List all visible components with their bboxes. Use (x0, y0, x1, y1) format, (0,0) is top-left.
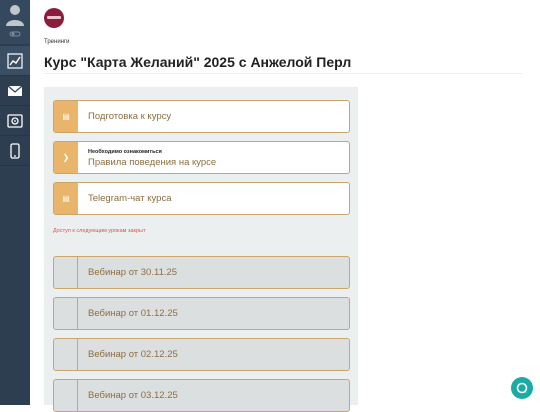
chevron-right-icon: ❯ (54, 142, 78, 173)
lesson-webinar-locked[interactable]: Вебинар от 02.12.25 (53, 338, 350, 371)
lesson-label: Подготовка к курсу (88, 111, 172, 122)
lesson-label: Вебинар от 30.11.25 (88, 267, 178, 278)
sidebar (0, 0, 30, 405)
main-content: Тренинги Курс "Карта Желаний" 2025 с Анж… (30, 0, 540, 412)
document-icon: ▤ (54, 101, 78, 132)
sidebar-item-safe[interactable] (0, 106, 30, 136)
lesson-label: Telegram-чат курса (88, 193, 172, 204)
lesson-label: Вебинар от 01.12.25 (88, 308, 178, 319)
lesson-label: Вебинар от 02.12.25 (88, 349, 178, 360)
lesson-telegram-chat[interactable]: ▤ Telegram-чат курса (53, 182, 350, 215)
lesson-webinar-locked[interactable]: Вебинар от 30.11.25 (53, 256, 350, 289)
lesson-preparation[interactable]: ▤ Подготовка к курсу (53, 100, 350, 133)
lesson-label: Правила поведения на курсе (88, 157, 217, 168)
lock-tab (54, 257, 78, 288)
document-icon: ▤ (54, 183, 78, 214)
sidebar-item-mobile[interactable] (0, 136, 30, 166)
lessons-panel: ▤ Подготовка к курсу ❯ Необходимо ознако… (44, 87, 358, 412)
toggle-icon[interactable] (9, 31, 21, 37)
user-panel[interactable] (0, 0, 30, 44)
chat-bubble-icon (516, 382, 528, 394)
safe-icon (7, 113, 23, 128)
chart-icon (7, 52, 23, 69)
mail-icon (7, 85, 23, 96)
title-divider (44, 73, 522, 74)
chat-button[interactable] (511, 377, 533, 399)
lesson-webinar-locked[interactable]: Вебинар от 01.12.25 (53, 297, 350, 330)
locked-access-message: Доступ к следующим урокам закрыт (53, 228, 146, 234)
sidebar-item-messages[interactable] (0, 76, 30, 106)
lock-tab (54, 298, 78, 329)
user-avatar-icon[interactable] (5, 4, 25, 26)
sidebar-item-trainings[interactable] (0, 46, 30, 76)
brand-logo[interactable] (44, 8, 64, 28)
lock-tab (54, 380, 78, 411)
logo-mark (47, 16, 61, 19)
lesson-sublabel: Необходимо ознакомиться (88, 149, 162, 155)
phone-icon (10, 142, 20, 159)
lock-tab (54, 339, 78, 370)
lesson-label: Вебинар от 03.12.25 (88, 390, 178, 401)
lesson-rules[interactable]: ❯ Необходимо ознакомиться Правила поведе… (53, 141, 350, 174)
page-title: Курс "Карта Желаний" 2025 с Анжелой Перл (44, 54, 352, 70)
lesson-webinar-locked[interactable]: Вебинар от 03.12.25 (53, 379, 350, 412)
breadcrumb[interactable]: Тренинги (44, 39, 70, 45)
